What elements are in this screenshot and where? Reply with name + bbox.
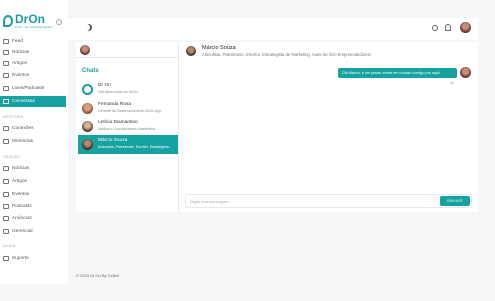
sidebar-item-create-news[interactable]: Notícias — [0, 163, 66, 174]
contact-subtitle: Articulista, Palestrante, Escritor, Estr… — [98, 145, 172, 149]
sidebar-item-connections[interactable]: Conexões — [0, 123, 66, 134]
sidebar-item-label: Artigos — [12, 61, 27, 66]
message-status: ok — [450, 81, 454, 85]
sidebar-item-label: Podcasts — [12, 204, 32, 209]
sidebar-item-news[interactable]: Notícias — [0, 47, 66, 58]
brand-tagline: Dr On - Seu Assistente Médico — [15, 26, 53, 29]
sidebar-item-label: Notícias — [12, 166, 30, 171]
top-bar — [68, 18, 478, 40]
chat-contact[interactable]: Fernanda Rosa Gerente de Desenvolvimento… — [78, 99, 178, 118]
section-label-creation: CRIAÇÃO — [3, 155, 21, 159]
message-bubble: Olá Márcio, é um prazer entrar em contat… — [338, 68, 457, 78]
chats-title: Chats — [82, 68, 99, 74]
calendar-icon — [3, 192, 9, 197]
conversation-name: Márcio Souza — [202, 45, 236, 51]
sidebar-item-articles[interactable]: Artigos — [0, 58, 66, 69]
sidebar-item-conversations[interactable]: Conversas — [0, 96, 66, 107]
support-icon — [3, 256, 9, 261]
sidebar-item-management[interactable]: Gerencial — [0, 226, 66, 237]
conversation-subtitle: Articulista, Palestrante, Escritor, Estr… — [202, 52, 371, 57]
section-label-mentoring: MENTORIA — [3, 115, 24, 119]
section-label-help: AJUDA — [3, 244, 16, 248]
contact-avatar — [82, 103, 93, 114]
sidebar-item-label: Suporte — [12, 256, 29, 261]
sidebar-item-create-articles[interactable]: Artigos — [0, 176, 66, 187]
news-icon — [3, 50, 9, 55]
sidebar-item-feed[interactable]: Feed — [0, 36, 66, 47]
contact-name: Márcio Souza — [98, 138, 128, 143]
sidebar-item-label: Mentorias — [12, 139, 34, 144]
chat-list-header — [76, 42, 179, 58]
manage-icon — [3, 229, 9, 234]
sidebar-item-label: Lives/Podcasts — [12, 86, 45, 91]
footer-copyright: © 2023 Dr On By Cellbit — [76, 273, 119, 278]
sidebar-item-ads[interactable]: Anúncios — [0, 213, 66, 224]
live-icon — [3, 86, 9, 91]
user-avatar[interactable] — [460, 22, 471, 33]
chat-contact-active[interactable]: Márcio Souza Articulista, Palestrante, E… — [78, 135, 178, 154]
sidebar-item-label: Gerencial — [12, 229, 33, 234]
chat-list: Chats Dr On Olá! Bem-vindo ao DrOn! Fern… — [76, 42, 179, 212]
contact-subtitle: Gerente de Desenvolvimento DrOn App — [98, 109, 162, 113]
message-composer: ENVIAR — [185, 194, 472, 208]
sidebar-item-support[interactable]: Suporte — [0, 253, 66, 264]
message-sender-avatar — [460, 67, 471, 78]
sidebar-item-mentorships[interactable]: Mentorias — [0, 136, 66, 147]
contact-name: Dr On — [98, 83, 111, 88]
collapse-sidebar-icon[interactable] — [56, 19, 62, 25]
sidebar-item-label: Artigos — [12, 179, 27, 184]
app-root: DrOn Dr On - Seu Assistente Médico Feed … — [0, 0, 495, 301]
podcast-icon — [3, 204, 9, 209]
contact-subtitle: Médica e Coordenadora Acadêmica — [98, 127, 156, 131]
chat-panel: Chats Dr On Olá! Bem-vindo ao DrOn! Fern… — [76, 42, 478, 212]
sidebar-item-podcasts[interactable]: Podcasts — [0, 201, 66, 212]
news-icon — [3, 166, 9, 171]
contact-name: Fernanda Rosa — [98, 102, 132, 107]
chat-icon — [3, 99, 9, 104]
dron-logo-icon — [82, 84, 93, 95]
message-input[interactable] — [190, 197, 430, 206]
sidebar-item-label: Anúncios — [12, 216, 32, 221]
conversation-avatar[interactable] — [186, 46, 196, 56]
sidebar-item-lives[interactable]: Lives/Podcasts — [0, 83, 66, 94]
contact-avatar — [82, 139, 93, 150]
notification-bell-icon[interactable] — [445, 24, 451, 31]
sidebar-item-create-events[interactable]: Eventos — [0, 189, 66, 200]
conversation-header: Márcio Souza Articulista, Palestrante, E… — [180, 42, 478, 60]
contact-avatar — [82, 121, 93, 132]
sidebar: DrOn Dr On - Seu Assistente Médico Feed … — [0, 0, 68, 284]
sidebar-item-events[interactable]: Eventos — [0, 70, 66, 81]
sidebar-item-label: Feed — [12, 39, 23, 44]
dark-mode-icon[interactable] — [85, 24, 92, 31]
articles-icon — [3, 179, 9, 184]
sidebar-item-label: Conversas — [12, 99, 35, 104]
contact-subtitle: Olá! Bem-vindo ao DrOn! — [98, 90, 139, 94]
current-user-avatar[interactable] — [80, 45, 90, 55]
connections-icon — [3, 126, 9, 131]
contact-name: Letícia Diamantino — [98, 120, 138, 125]
chat-contact[interactable]: Letícia Diamantino Médica e Coordenadora… — [78, 117, 178, 136]
ads-icon — [3, 216, 9, 221]
send-button[interactable]: ENVIAR — [440, 196, 470, 206]
feed-icon — [3, 39, 9, 44]
articles-icon — [3, 61, 9, 66]
sidebar-item-label: Eventos — [12, 192, 30, 197]
logo-icon — [3, 15, 13, 27]
mentor-icon — [3, 139, 9, 144]
sidebar-item-label: Eventos — [12, 73, 30, 78]
calendar-icon — [3, 73, 9, 78]
sidebar-item-label: Notícias — [12, 50, 30, 55]
chat-contact[interactable]: Dr On Olá! Bem-vindo ao DrOn! — [78, 80, 178, 99]
sidebar-item-label: Conexões — [12, 126, 34, 131]
brand-name: DrOn — [15, 12, 45, 26]
help-icon[interactable] — [432, 25, 438, 31]
